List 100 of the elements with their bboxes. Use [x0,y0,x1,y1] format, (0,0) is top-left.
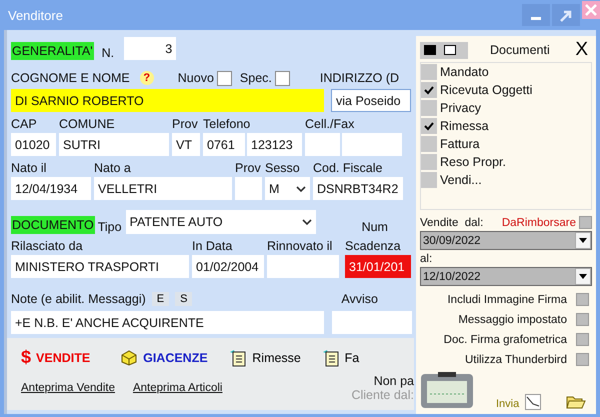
check-icon [424,85,434,95]
maximize-icon[interactable] [552,4,580,26]
toolbar-button[interactable]: $ VENDITE [21,347,120,368]
input-field[interactable] [305,133,340,156]
field-label: CAP [11,117,38,131]
checkbox[interactable] [421,64,437,80]
notes-label: Note (e abilit. Messaggi) [11,292,146,306]
section-label: DOCUMENTO [11,216,95,234]
date-dropdown[interactable]: 12/10/2022 [420,267,592,286]
toolbar-button[interactable]: Rimesse [229,348,322,366]
option-label: Includi Immagine Firma [447,294,567,306]
field-label: Cell./Fax [305,117,356,131]
input-field[interactable]: 0761 [203,133,245,156]
preview-link[interactable]: Anteprima Articoli [132,382,222,394]
document-item[interactable]: Privacy [421,99,591,117]
color-toggle[interactable] [420,42,468,58]
input-field[interactable] [235,177,262,200]
checkbox[interactable] [421,82,437,98]
unpaid-label: Non pa [374,374,414,388]
dropdown[interactable]: M [265,177,310,200]
input-field[interactable]: 123123 [247,133,302,156]
checkbox[interactable] [421,100,437,116]
message-button[interactable]: E [152,292,170,306]
help-icon[interactable]: ? [140,71,154,85]
field-label: Scadenza [345,239,402,253]
message-button[interactable]: S [175,292,192,306]
name-label: COGNOME E NOME [11,71,130,85]
folder-icon[interactable] [566,395,586,410]
field-label: Prov [172,117,199,131]
type-dropdown[interactable]: PATENTE AUTO [126,210,316,234]
checkbox[interactable] [274,70,290,86]
checkbox-label: Nuovo [178,71,214,85]
field-label: Telefono [203,117,252,131]
option-label: Messaggio impostato [458,314,567,326]
caret-icon [579,274,587,279]
option-label: Utilizza Thunderbird [464,354,567,366]
to-label: al: [420,253,434,265]
minimize-icon[interactable] [522,4,550,26]
input-field[interactable]: 31/01/201 [345,255,411,278]
type-label: Tipo [98,220,122,234]
checkbox-label: Spec. [240,71,272,85]
toolbar-button[interactable]: GIACENZE [120,350,230,366]
field-label: Sesso [265,161,301,175]
notes-field[interactable]: +E N.B. E' ANCHE ACQUIRENTE [11,311,324,334]
toolbar-button[interactable]: Fa [322,348,414,366]
input-field[interactable]: VELLETRI [94,177,232,200]
number-label: Num [362,220,388,234]
input-field[interactable]: 01/02/2004 [192,255,264,278]
checkbox[interactable] [576,333,589,346]
option-label: Doc. Firma grafometrica [444,334,567,346]
input-field[interactable]: MINISTERO TRASPORTI [11,255,189,278]
document-item[interactable]: Reso Propr. [421,153,591,171]
refund-label: DaRimborsare [502,216,576,228]
notice-field[interactable] [332,311,412,334]
input-field[interactable]: DSNRBT34R2 [313,177,403,200]
checkbox[interactable] [576,293,589,306]
name-field[interactable]: DI SARNIO ROBERTO [11,89,324,112]
checkbox[interactable] [421,172,437,188]
input-field[interactable]: 12/04/1934 [11,177,91,200]
box-icon [120,350,138,366]
input-field[interactable] [267,255,339,278]
signature-icon[interactable] [525,394,542,410]
caret-icon [579,238,587,243]
input-field[interactable]: 01020 [11,133,56,156]
date-dropdown[interactable]: 30/09/2022 [420,231,592,250]
check-icon [424,121,434,131]
address-label: INDIRIZZO (D [320,71,400,85]
document-item[interactable]: Vendi... [421,171,591,189]
document-item[interactable]: Fattura [421,135,591,153]
input-field[interactable]: SUTRI [59,133,169,156]
checkbox[interactable] [579,216,592,229]
checkbox[interactable] [576,313,589,326]
field-label: Rilasciato da [11,239,84,253]
notice-label: Avviso [341,292,378,306]
field-label: Nato il [11,161,48,175]
preview-link[interactable]: Anteprima Vendite [21,382,115,394]
document-icon [229,348,248,366]
input-field[interactable]: VT [172,133,200,156]
number-field[interactable]: 3 [124,37,176,60]
close-icon[interactable] [582,1,600,19]
number-label: N. [102,46,114,60]
document-item[interactable]: Ricevuta Oggetti [421,81,591,99]
checkbox[interactable] [421,154,437,170]
close-button[interactable]: X [571,39,592,61]
sales-from-label: Vendite dal: [420,216,484,228]
client-since-label: Cliente dal: [351,388,414,402]
signature-pad-icon[interactable] [420,370,474,410]
checkbox[interactable] [576,353,589,366]
field-label: Cod. Fiscale [313,161,384,175]
field-label: Nato a [94,161,132,175]
checkbox[interactable] [421,136,437,152]
chevron-icon [302,218,312,226]
send-label[interactable]: Invia [496,398,520,410]
checkbox[interactable] [421,118,437,134]
document-item[interactable]: Mandato [421,63,591,81]
checkbox[interactable] [216,70,232,86]
input-field[interactable] [342,133,402,156]
address-field[interactable]: via Poseido [331,89,411,112]
document-item[interactable]: Rimessa [421,117,591,135]
document-icon [322,348,340,366]
